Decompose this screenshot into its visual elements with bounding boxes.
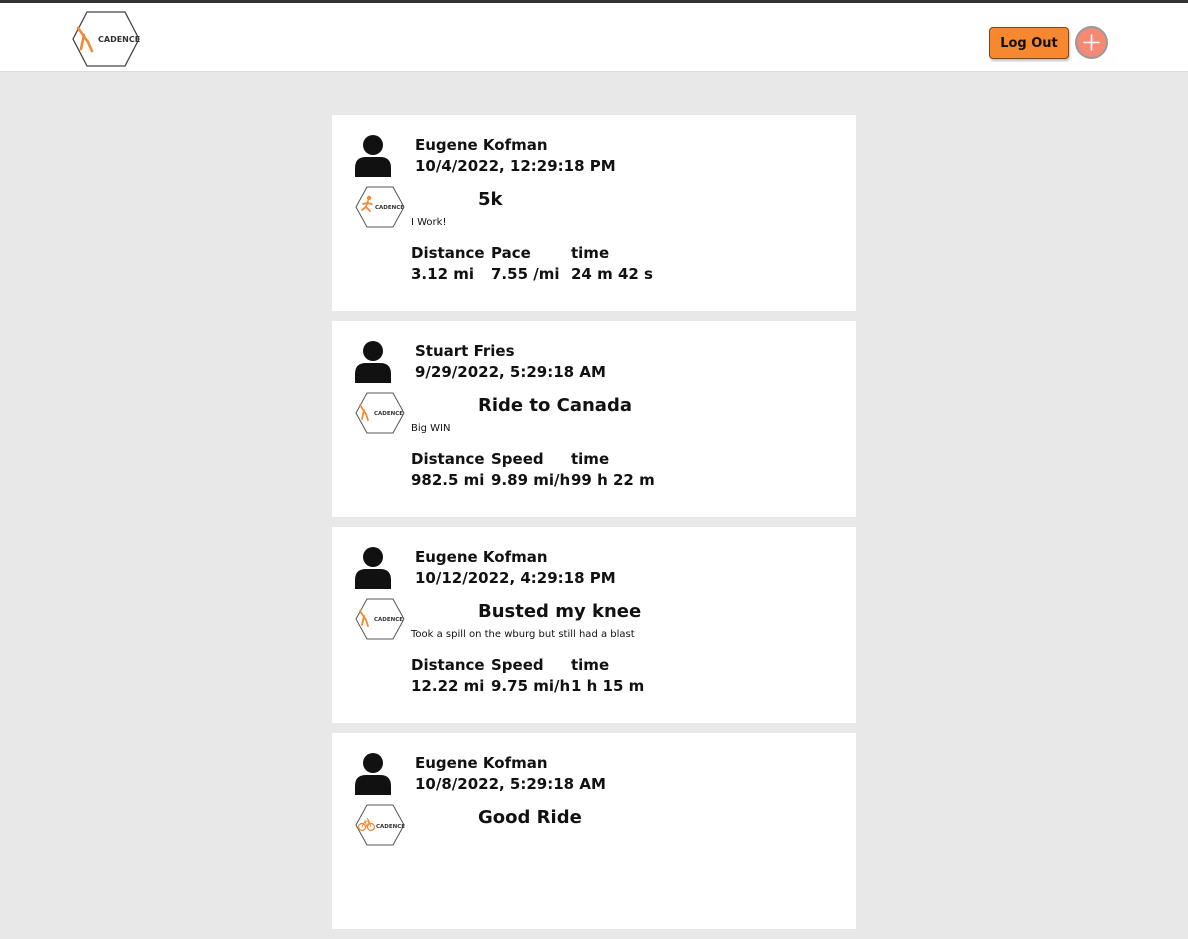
post-date: 10/8/2022, 5:29:18 AM — [415, 775, 606, 793]
post-description: Big WIN — [411, 423, 451, 434]
user-avatar-icon — [355, 547, 391, 589]
runner-icon: CADENCE — [355, 186, 405, 228]
stat-pace: Pace 7.55 /mi — [491, 244, 560, 283]
stat-distance: Distance 3.12 mi — [411, 244, 485, 283]
post-date: 10/12/2022, 4:29:18 PM — [415, 569, 616, 587]
user-name[interactable]: Eugene Kofman — [415, 754, 548, 772]
user-name[interactable]: Stuart Fries — [415, 342, 515, 360]
activity-card[interactable]: Eugene Kofman 10/8/2022, 5:29:18 AM CADE… — [332, 733, 856, 929]
user-avatar-icon — [355, 753, 391, 795]
post-title: Ride to Canada — [478, 395, 632, 416]
logout-button[interactable]: Log Out — [989, 27, 1069, 59]
stat-time: time 99 h 22 m — [571, 450, 655, 489]
activity-feed: Eugene Kofman 10/4/2022, 12:29:18 PM CAD… — [332, 115, 856, 939]
user-name[interactable]: Eugene Kofman — [415, 136, 548, 154]
cadence-logo[interactable]: CADENCE — [72, 11, 140, 67]
activity-card[interactable]: Stuart Fries 9/29/2022, 5:29:18 AM CADEN… — [332, 321, 856, 517]
bicycle-icon: CADENCE — [355, 804, 405, 846]
stat-time: time 1 h 15 m — [571, 656, 645, 695]
user-avatar-icon — [355, 135, 391, 177]
stat-distance: Distance 982.5 mi — [411, 450, 485, 489]
activity-card[interactable]: Eugene Kofman 10/4/2022, 12:29:18 PM CAD… — [332, 115, 856, 311]
cadence-logo-icon: CADENCE — [355, 392, 405, 434]
user-name[interactable]: Eugene Kofman — [415, 548, 548, 566]
cadence-logo-icon: CADENCE — [72, 11, 140, 67]
svg-text:CADENCE: CADENCE — [376, 824, 405, 830]
svg-text:CADENCE: CADENCE — [98, 35, 140, 44]
post-title: Busted my knee — [478, 601, 642, 622]
post-date: 10/4/2022, 12:29:18 PM — [415, 157, 616, 175]
user-avatar-icon — [355, 341, 391, 383]
stat-distance: Distance 12.22 mi — [411, 656, 485, 695]
activity-card[interactable]: Eugene Kofman 10/12/2022, 4:29:18 PM CAD… — [332, 527, 856, 723]
post-title: Good Ride — [478, 807, 582, 828]
plus-icon — [1083, 34, 1100, 51]
svg-text:CADENCE: CADENCE — [374, 617, 403, 623]
add-activity-button[interactable] — [1075, 26, 1108, 59]
navbar: CADENCE Log Out — [0, 3, 1188, 72]
post-description: I Work! — [411, 217, 447, 228]
post-description: Took a spill on the wburg but still had … — [411, 629, 635, 640]
stat-speed: Speed 9.89 mi/h — [491, 450, 571, 489]
stat-speed: Speed 9.75 mi/h — [491, 656, 571, 695]
cadence-logo-icon: CADENCE — [355, 598, 405, 640]
post-date: 9/29/2022, 5:29:18 AM — [415, 363, 606, 381]
svg-text:CADENCE: CADENCE — [375, 205, 404, 211]
svg-text:CADENCE: CADENCE — [374, 411, 403, 417]
stat-time: time 24 m 42 s — [571, 244, 653, 283]
post-title: 5k — [478, 189, 503, 210]
